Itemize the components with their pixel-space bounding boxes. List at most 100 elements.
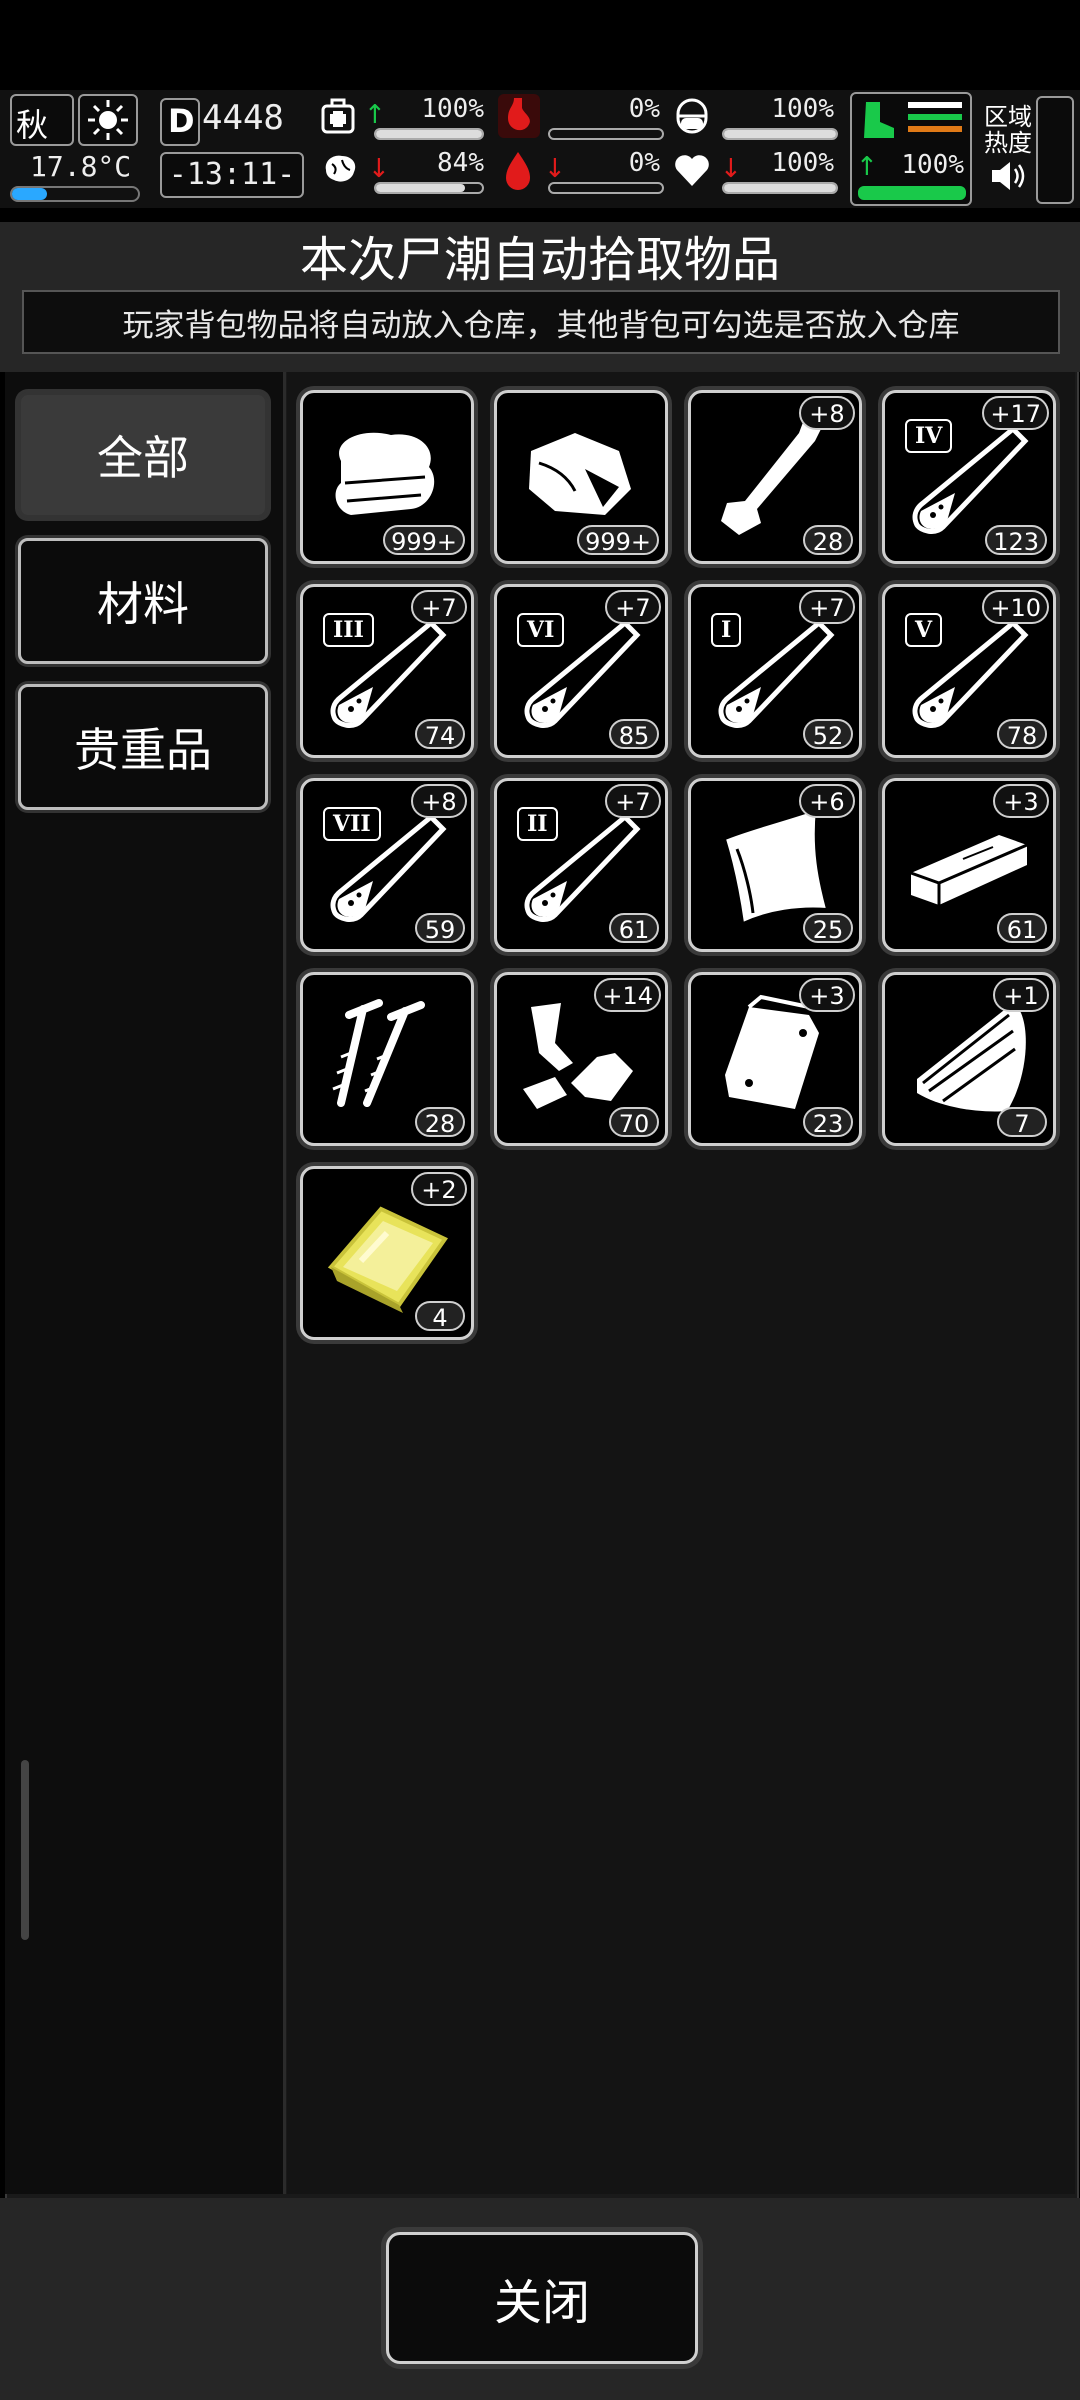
gain-badge: +7 <box>799 590 855 624</box>
heart-value: 100% <box>771 148 834 178</box>
item-slot[interactable]: V +10 78 <box>882 584 1056 758</box>
thirst-value: 0% <box>628 148 660 178</box>
item-count: 28 <box>415 1107 465 1138</box>
item-slot[interactable]: +3 61 <box>882 778 1056 952</box>
item-count: 85 <box>609 719 659 750</box>
gain-badge: +8 <box>799 396 855 430</box>
wood-log-icon <box>917 1003 1026 1112</box>
gain-badge: +14 <box>594 978 661 1012</box>
pill-bar <box>722 128 838 140</box>
gain-badge: +7 <box>605 784 661 818</box>
pill-icon <box>674 96 710 136</box>
stamina-value: 100% <box>901 150 964 180</box>
gain-badge: +7 <box>605 590 661 624</box>
item-slot[interactable]: +6 25 <box>688 778 862 952</box>
tier-badge: V <box>905 613 943 647</box>
trend-up-icon: ↑ <box>856 152 878 182</box>
boot-icon <box>864 102 894 138</box>
thirst-bar <box>548 182 664 194</box>
dialog-subtitle: 玩家背包物品将自动放入仓库，其他背包可勾选是否放入仓库 <box>22 290 1060 354</box>
gain-badge: +2 <box>411 1172 467 1206</box>
item-slot[interactable]: VII +8 59 <box>300 778 474 952</box>
item-slot[interactable]: +8 28 <box>688 390 862 564</box>
item-count: 999+ <box>383 525 465 556</box>
close-button[interactable]: 关闭 <box>386 2232 698 2364</box>
stomach-icon <box>498 94 540 138</box>
leather-icon <box>723 807 829 925</box>
zone-label: 区域 <box>984 103 1032 131</box>
item-count: 74 <box>415 719 465 750</box>
sidebar-scrollbar[interactable] <box>21 1760 29 1940</box>
tier-badge: III <box>323 613 374 647</box>
gain-badge: +3 <box>993 784 1049 818</box>
item-count: 23 <box>803 1107 853 1138</box>
clock: -13:11- <box>160 152 304 198</box>
speaker-icon[interactable] <box>988 158 1028 194</box>
nails-icon <box>332 999 425 1107</box>
item-count: 4 <box>415 1301 465 1332</box>
tier-badge: VII <box>323 807 381 841</box>
item-count: 59 <box>415 913 465 944</box>
cloth-icon <box>335 432 435 515</box>
bone-icon <box>721 417 821 535</box>
tab-valuables[interactable]: 贵重品 <box>18 684 268 810</box>
item-count: 999+ <box>577 525 659 556</box>
item-slot[interactable]: VI +7 85 <box>494 584 668 758</box>
item-slot[interactable]: II +7 61 <box>494 778 668 952</box>
season-box: 秋 <box>10 94 74 146</box>
stamina-bar <box>858 186 966 200</box>
item-slot[interactable]: III +7 74 <box>300 584 474 758</box>
scrap-icon <box>523 1003 633 1109</box>
item-count: 61 <box>997 913 1047 944</box>
tab-all[interactable]: 全部 <box>18 392 268 518</box>
item-slot[interactable]: 999+ <box>494 390 668 564</box>
mind-bar <box>374 182 484 194</box>
gold-bar-icon <box>327 1206 448 1313</box>
plank-icon <box>910 835 1028 905</box>
temperature: 17.8°C <box>30 150 132 183</box>
stamina-box: ↑ 100% <box>850 92 972 206</box>
item-slot[interactable]: +3 23 <box>688 972 862 1146</box>
item-slot[interactable]: +14 70 <box>494 972 668 1146</box>
item-count: 25 <box>803 913 853 944</box>
dialog-title: 本次尸潮自动拾取物品 <box>299 232 780 288</box>
item-count: 61 <box>609 913 659 944</box>
gain-badge: +10 <box>982 590 1049 624</box>
mind-value: 84% <box>437 148 484 178</box>
item-slot[interactable]: 28 <box>300 972 474 1146</box>
item-count: 52 <box>803 719 853 750</box>
day-icon: D <box>160 98 200 146</box>
item-slot[interactable]: IV +17 123 <box>882 390 1056 564</box>
item-slot[interactable]: +1 7 <box>882 972 1056 1146</box>
gain-badge: +6 <box>799 784 855 818</box>
hunger-value: 0% <box>628 94 660 124</box>
item-count: 7 <box>997 1107 1047 1138</box>
trend-up-icon: ↑ <box>364 100 386 130</box>
sun-icon <box>78 94 138 146</box>
item-slot[interactable]: +2 4 <box>300 1166 474 1340</box>
item-slot[interactable]: I +7 52 <box>688 584 862 758</box>
gain-badge: +7 <box>411 590 467 624</box>
item-slot[interactable]: 999+ <box>300 390 474 564</box>
plastic-bag-icon <box>725 994 819 1109</box>
tier-badge: I <box>711 613 742 647</box>
day-counter: 4448 <box>202 98 284 138</box>
pill-value: 100% <box>771 94 834 124</box>
gain-badge: +1 <box>993 978 1049 1012</box>
health-value: 100% <box>421 94 484 124</box>
zone-heat-label: 区域 热度 <box>984 104 1032 156</box>
tier-badge: II <box>517 807 558 841</box>
heart-bar <box>722 182 838 194</box>
temperature-gauge <box>10 186 140 202</box>
trend-down-icon: ↓ <box>368 154 390 184</box>
brain-icon <box>320 150 360 190</box>
status-hud: 秋 17.8°C D 4448 -13:11- ↑ 100% 0% 100% ↓… <box>0 90 1080 208</box>
health-bar <box>374 128 484 140</box>
tab-materials[interactable]: 材料 <box>18 538 268 664</box>
tier-badge: IV <box>905 419 953 453</box>
tier-badge: VI <box>517 613 565 647</box>
meat-icon <box>529 433 631 515</box>
gain-badge: +17 <box>982 396 1049 430</box>
health-icon <box>320 96 356 136</box>
heat-label: 热度 <box>984 129 1032 157</box>
